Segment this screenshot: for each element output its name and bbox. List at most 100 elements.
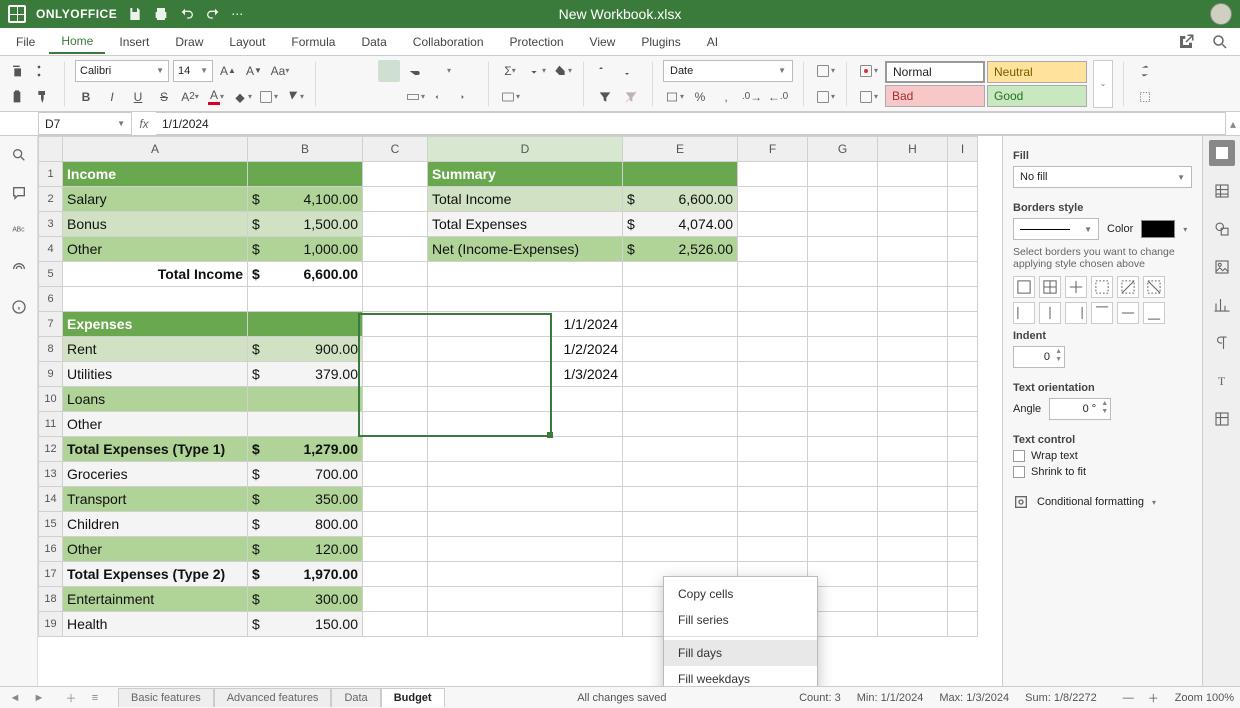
align-left-icon[interactable]: [326, 86, 348, 108]
cell-I14[interactable]: [948, 487, 978, 512]
overflow-icon[interactable]: ⋯: [231, 7, 243, 21]
border-left-icon[interactable]: [1013, 302, 1035, 324]
border-right-icon[interactable]: [1065, 302, 1087, 324]
cell-D3[interactable]: Total Expenses: [428, 212, 623, 237]
cell-H5[interactable]: [878, 262, 948, 287]
cell-I4[interactable]: [948, 237, 978, 262]
cell-I17[interactable]: [948, 562, 978, 587]
cell-C1[interactable]: [363, 162, 428, 187]
row-header-12[interactable]: 12: [39, 437, 63, 462]
border-all-icon[interactable]: [1039, 276, 1061, 298]
cell-D5[interactable]: [428, 262, 623, 287]
cell-B15[interactable]: $800.00: [248, 512, 363, 537]
feedback-icon[interactable]: [8, 258, 30, 280]
orientation-icon[interactable]: ▾: [430, 60, 452, 82]
cell-C18[interactable]: [363, 587, 428, 612]
cell-C12[interactable]: [363, 437, 428, 462]
autosum-icon[interactable]: Σ▾: [499, 60, 521, 82]
cell-B2[interactable]: $4,100.00: [248, 187, 363, 212]
cell-C5[interactable]: [363, 262, 428, 287]
cell-G15[interactable]: [808, 512, 878, 537]
redo-icon[interactable]: [205, 6, 221, 22]
border-diag-up-icon[interactable]: [1117, 276, 1139, 298]
cell-H9[interactable]: [878, 362, 948, 387]
merge-icon[interactable]: ▾: [404, 86, 426, 108]
wrap-text-icon[interactable]: [404, 60, 426, 82]
col-header-F[interactable]: F: [738, 137, 808, 162]
cell-F16[interactable]: [738, 537, 808, 562]
wrap-text-checkbox[interactable]: Wrap text: [1013, 450, 1192, 462]
cell-C13[interactable]: [363, 462, 428, 487]
cell-I19[interactable]: [948, 612, 978, 637]
accounting-icon[interactable]: ▾: [663, 86, 685, 108]
cell-D19[interactable]: [428, 612, 623, 637]
col-header-C[interactable]: C: [363, 137, 428, 162]
border-diag-down-icon[interactable]: [1143, 276, 1165, 298]
cell-G9[interactable]: [808, 362, 878, 387]
cell-A6[interactable]: [63, 287, 248, 312]
cell-F4[interactable]: [738, 237, 808, 262]
indent-inc-icon[interactable]: [456, 86, 478, 108]
row-header-10[interactable]: 10: [39, 387, 63, 412]
cell-H8[interactable]: [878, 337, 948, 362]
copy-icon[interactable]: [6, 60, 28, 82]
about-icon[interactable]: [8, 296, 30, 318]
cell-C2[interactable]: [363, 187, 428, 212]
insert-cells-icon[interactable]: ▾: [814, 60, 836, 82]
cell-I3[interactable]: [948, 212, 978, 237]
search-icon[interactable]: [1210, 32, 1230, 52]
cell-C9[interactable]: [363, 362, 428, 387]
cell-I1[interactable]: [948, 162, 978, 187]
cell-H18[interactable]: [878, 587, 948, 612]
cell-F9[interactable]: [738, 362, 808, 387]
cell-D13[interactable]: [428, 462, 623, 487]
cell-D11[interactable]: [428, 412, 623, 437]
cell-F6[interactable]: [738, 287, 808, 312]
table-template-icon[interactable]: ▾: [857, 86, 879, 108]
col-header-G[interactable]: G: [808, 137, 878, 162]
undo-icon[interactable]: [179, 6, 195, 22]
cell-E8[interactable]: [623, 337, 738, 362]
cell-I18[interactable]: [948, 587, 978, 612]
fill-color-icon[interactable]: ▾: [231, 86, 253, 108]
cell-H6[interactable]: [878, 287, 948, 312]
cell-D1[interactable]: Summary: [428, 162, 623, 187]
border-style-select[interactable]: ▼: [1013, 218, 1099, 240]
replace-icon[interactable]: [1134, 60, 1156, 82]
cell-D17[interactable]: [428, 562, 623, 587]
cell-I13[interactable]: [948, 462, 978, 487]
row-header-4[interactable]: 4: [39, 237, 63, 262]
cell-settings-icon[interactable]: [1209, 140, 1235, 166]
delete-cells-icon[interactable]: ▾: [814, 86, 836, 108]
sheet-tab-basic-features[interactable]: Basic features: [118, 688, 214, 707]
ctx-fill-days[interactable]: Fill days: [664, 640, 817, 666]
increase-font-icon[interactable]: A▲: [217, 60, 239, 82]
strike-icon[interactable]: S: [153, 86, 175, 108]
cell-E10[interactable]: [623, 387, 738, 412]
cell-G6[interactable]: [808, 287, 878, 312]
bold-icon[interactable]: B: [75, 86, 97, 108]
cell-D15[interactable]: [428, 512, 623, 537]
sheet-next-icon[interactable]: ►: [30, 689, 48, 707]
cell-F14[interactable]: [738, 487, 808, 512]
print-icon[interactable]: [153, 6, 169, 22]
col-header-E[interactable]: E: [623, 137, 738, 162]
row-header-3[interactable]: 3: [39, 212, 63, 237]
row-header-19[interactable]: 19: [39, 612, 63, 637]
sheet-tab-budget[interactable]: Budget: [381, 688, 445, 707]
shape-settings-icon[interactable]: [1209, 216, 1235, 242]
cell-I12[interactable]: [948, 437, 978, 462]
dec-inc-icon[interactable]: .0→: [741, 86, 763, 108]
menu-ai[interactable]: AI: [695, 31, 730, 53]
cell-F15[interactable]: [738, 512, 808, 537]
cell-G16[interactable]: [808, 537, 878, 562]
cell-D9[interactable]: 1/3/2024: [428, 362, 623, 387]
cell-A8[interactable]: Rent: [63, 337, 248, 362]
cell-B4[interactable]: $1,000.00: [248, 237, 363, 262]
indent-dec-icon[interactable]: [430, 86, 452, 108]
cell-H11[interactable]: [878, 412, 948, 437]
cell-H17[interactable]: [878, 562, 948, 587]
col-header-I[interactable]: I: [948, 137, 978, 162]
cell-A19[interactable]: Health: [63, 612, 248, 637]
cell-B5[interactable]: $6,600.00: [248, 262, 363, 287]
